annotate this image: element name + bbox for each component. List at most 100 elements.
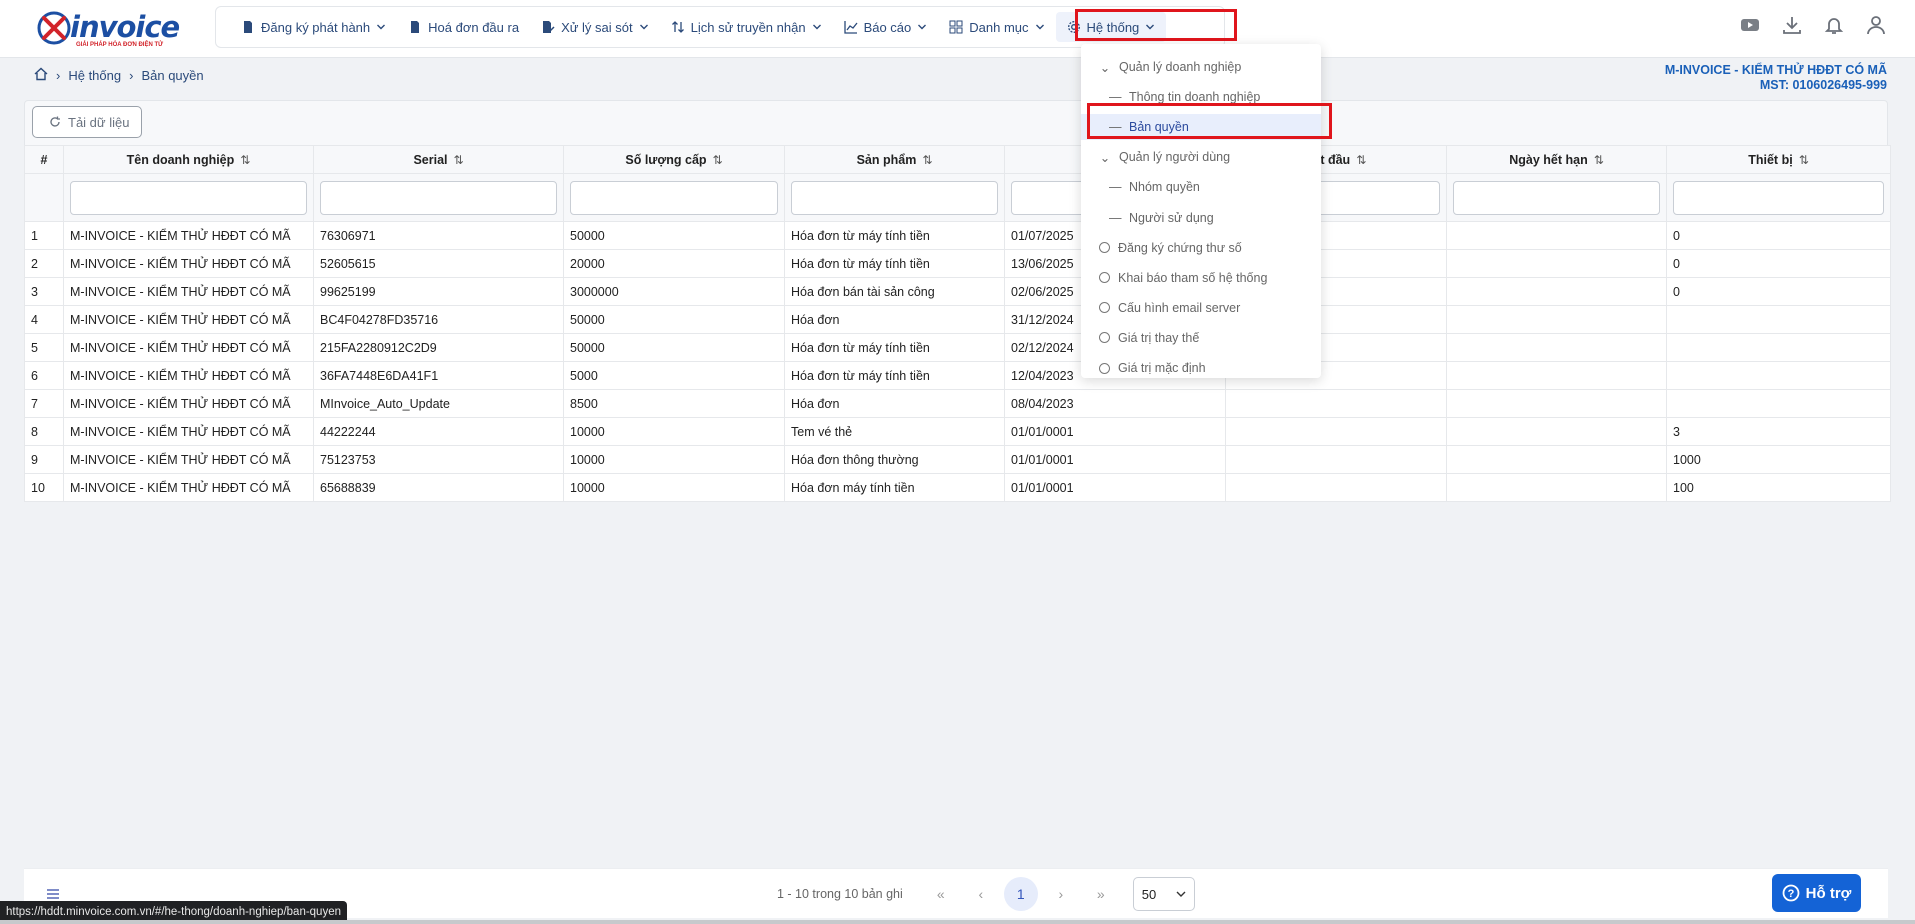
home-icon[interactable] — [34, 67, 48, 84]
nav-item-2[interactable]: Xử lý sai sót — [530, 12, 660, 42]
circle-icon — [1099, 242, 1110, 254]
table-cell: Hóa đơn thông thường — [784, 445, 1005, 474]
user-icon[interactable] — [1865, 14, 1887, 36]
column-header[interactable]: # — [24, 145, 64, 174]
nav-item-label: Xử lý sai sót — [561, 19, 633, 35]
nav-item-3[interactable]: Lịch sử truyền nhận — [660, 12, 833, 42]
table-cell: 3 — [24, 277, 64, 306]
reload-button[interactable]: Tải dữ liệu — [32, 106, 142, 138]
menu-item-9[interactable]: Giá trị thay thế — [1081, 325, 1321, 351]
menu-item-2[interactable]: — Bản quyền — [1081, 114, 1321, 141]
table-cell: Tem vé thẻ — [784, 417, 1005, 446]
sort-icon[interactable]: ⇅ — [1356, 153, 1366, 167]
nav-item-6[interactable]: Hệ thống — [1055, 12, 1167, 42]
table-cell: 4 — [24, 305, 64, 334]
menu-item-7[interactable]: Khai báo tham số hệ thống — [1081, 265, 1321, 291]
column-header[interactable]: Tên doanh nghiệp ⇅ — [63, 145, 314, 174]
column-filter-input[interactable] — [570, 180, 778, 215]
column-filter-input[interactable] — [1453, 180, 1660, 215]
sort-icon[interactable]: ⇅ — [1799, 153, 1809, 167]
chevron-down-icon — [376, 20, 386, 35]
table-cell — [1446, 249, 1667, 278]
sort-icon[interactable]: ⇅ — [713, 153, 723, 167]
table-cell: 1000 — [1666, 445, 1891, 474]
bell-icon[interactable] — [1823, 14, 1845, 36]
breadcrumb-he-thong[interactable]: Hệ thống — [68, 68, 121, 83]
table-cell: Hóa đơn từ máy tính tiền — [784, 361, 1005, 390]
next-page-button[interactable]: › — [1041, 877, 1081, 911]
column-header[interactable]: Số lượng cấp ⇅ — [563, 145, 785, 174]
table-row[interactable]: 6 M-INVOICE - KIỂM THỬ HĐĐT CÓ MÃ 36FA7448… — [24, 361, 1891, 390]
column-header[interactable]: Ngày hết hạn ⇅ — [1446, 145, 1667, 174]
column-header[interactable]: Thiết bị ⇅ — [1666, 145, 1891, 174]
download-icon[interactable] — [1781, 14, 1803, 36]
menu-item-0[interactable]: ⌄ Quản lý doanh nghiệp — [1081, 54, 1321, 80]
company-tax-code: MST: 0106026495-999 — [1759, 78, 1887, 92]
table-cell: 0 — [1666, 277, 1891, 306]
table-cell — [1225, 445, 1447, 474]
filter-cell — [784, 173, 1005, 222]
menu-item-3[interactable]: ⌄ Quản lý người dùng — [1081, 144, 1321, 170]
nav-item-5[interactable]: Danh mục — [938, 12, 1055, 42]
menu-item-label: Đăng ký chứng thư số — [1118, 240, 1242, 255]
table-cell — [1225, 389, 1447, 418]
menu-item-4[interactable]: — Nhóm quyền — [1081, 174, 1321, 200]
sort-icon[interactable]: ⇅ — [240, 153, 250, 167]
sort-icon[interactable]: ⇅ — [454, 153, 464, 167]
table-row[interactable]: 1 M-INVOICE - KIỂM THỬ HĐĐT CÓ MÃ 76306971… — [24, 221, 1891, 250]
page-size-select[interactable]: 50 — [1132, 877, 1195, 911]
table-row[interactable]: 3 M-INVOICE - KIỂM THỬ HĐĐT CÓ MÃ 99625199… — [24, 277, 1891, 306]
svg-text:?: ? — [1787, 888, 1794, 900]
table-row[interactable]: 10 M-INVOICE - KIỂM THỬ HĐĐT CÓ MÃ 6568883… — [24, 473, 1891, 502]
file-user-icon — [241, 20, 255, 34]
menu-item-5[interactable]: — Người sử dụng — [1081, 205, 1321, 231]
prev-page-button[interactable]: ‹ — [961, 877, 1001, 911]
first-page-button[interactable]: « — [921, 877, 961, 911]
file-icon — [408, 20, 422, 34]
chart-line-icon — [843, 20, 858, 34]
menu-item-1[interactable]: — Thông tin doanh nghiệp — [1081, 84, 1321, 110]
chevron-down-icon — [1145, 20, 1155, 35]
table-cell: Hóa đơn — [784, 389, 1005, 418]
table-cell: M-INVOICE - KIỂM THỬ HĐĐT CÓ MÃ — [63, 221, 314, 250]
table-row[interactable]: 9 M-INVOICE - KIỂM THỬ HĐĐT CÓ MÃ 75123753… — [24, 445, 1891, 474]
column-header-label: Số lượng cấp — [625, 152, 707, 167]
column-filter-input[interactable] — [1673, 180, 1884, 215]
menu-item-8[interactable]: Cấu hình email server — [1081, 295, 1321, 321]
youtube-icon[interactable] — [1739, 14, 1761, 36]
column-filter-input[interactable] — [791, 180, 998, 215]
table-row[interactable]: 7 M-INVOICE - KIỂM THỬ HĐĐT CÓ MÃ MInvoice… — [24, 389, 1891, 418]
help-button[interactable]: ? Hỗ trợ — [1772, 874, 1861, 912]
column-header[interactable]: Sản phẩm ⇅ — [784, 145, 1005, 174]
nav-item-4[interactable]: Báo cáo — [833, 12, 939, 42]
table-cell: 50000 — [563, 221, 785, 250]
nav-item-1[interactable]: Hoá đơn đầu ra — [397, 12, 530, 42]
sort-icon[interactable]: ⇅ — [922, 153, 932, 167]
table-cell: 50000 — [563, 305, 785, 334]
column-header[interactable]: Serial ⇅ — [313, 145, 564, 174]
dash-icon: — — [1109, 120, 1122, 135]
page-1-button[interactable]: 1 — [1003, 877, 1038, 911]
filter-cell — [313, 173, 564, 222]
table-row[interactable]: 2 M-INVOICE - KIỂM THỬ HĐĐT CÓ MÃ 52605615… — [24, 249, 1891, 278]
table-cell: 52605615 — [313, 249, 564, 278]
table-cell — [1446, 333, 1667, 362]
table-cell: Hóa đơn — [784, 305, 1005, 334]
menu-item-10[interactable]: Giá trị mặc định — [1081, 355, 1321, 381]
app-logo[interactable]: invoice GIẢI PHÁP HÓA ĐƠN ĐIỆN TỬ — [36, 8, 180, 48]
content-panel: Tải dữ liệu # Tên doanh nghiệp ⇅ Serial ⇅ Số … — [24, 100, 1891, 502]
last-page-button[interactable]: » — [1081, 877, 1121, 911]
column-header-label: Ngày hết hạn — [1509, 152, 1588, 167]
menu-item-6[interactable]: Đăng ký chứng thư số — [1081, 235, 1321, 261]
sort-icon[interactable]: ⇅ — [1594, 153, 1604, 167]
column-filter-input[interactable] — [70, 180, 307, 215]
column-filter-input[interactable] — [320, 180, 557, 215]
table-row[interactable]: 8 M-INVOICE - KIỂM THỬ HĐĐT CÓ MÃ 44222244… — [24, 417, 1891, 446]
help-label: Hỗ trợ — [1805, 884, 1852, 902]
nav-item-0[interactable]: Đăng ký phát hành — [230, 12, 397, 42]
table-cell: 6 — [24, 361, 64, 390]
filter-cell — [63, 173, 314, 222]
table-row[interactable]: 4 M-INVOICE - KIỂM THỬ HĐĐT CÓ MÃ BC4F0427… — [24, 305, 1891, 334]
reload-label: Tải dữ liệu — [68, 114, 130, 130]
table-row[interactable]: 5 M-INVOICE - KIỂM THỬ HĐĐT CÓ MÃ 215FA228… — [24, 333, 1891, 362]
